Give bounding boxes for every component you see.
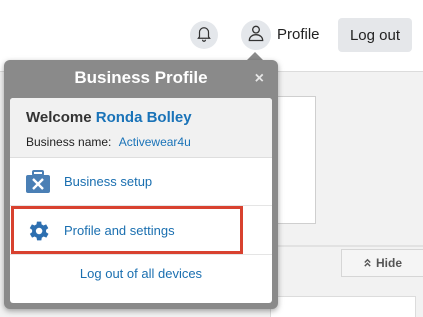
menu-item-business-setup[interactable]: Business setup <box>10 158 272 206</box>
close-icon[interactable]: × <box>255 70 264 88</box>
menu-item-label: Business setup <box>64 174 153 189</box>
hide-button[interactable]: Hide <box>341 249 423 277</box>
welcome-section: Welcome Ronda Bolley Business name: Acti… <box>10 98 272 158</box>
user-icon <box>246 23 266 48</box>
gear-icon <box>24 217 52 245</box>
welcome-prefix: Welcome <box>26 109 92 126</box>
user-avatar-button[interactable] <box>241 20 271 50</box>
briefcase-tools-icon <box>24 168 52 196</box>
business-profile-popover: Business Profile × Welcome Ronda Bolley … <box>4 60 278 309</box>
profile-link[interactable]: Profile <box>277 26 320 43</box>
popover-title: Business Profile <box>74 68 208 87</box>
menu-item-profile-settings[interactable]: Profile and settings <box>10 207 272 255</box>
popover-arrow <box>247 52 263 60</box>
logout-all-devices-link[interactable]: Log out of all devices <box>10 266 272 288</box>
hide-label: Hide <box>375 256 402 270</box>
user-name: Ronda Bolley <box>95 109 192 126</box>
bell-icon <box>195 24 213 47</box>
double-chevron-up-icon <box>363 256 372 270</box>
notifications-button[interactable] <box>190 21 218 49</box>
welcome-heading: Welcome Ronda Bolley <box>26 109 192 126</box>
popover-body: Welcome Ronda Bolley Business name: Acti… <box>10 98 272 303</box>
background-divider <box>270 245 423 247</box>
business-name-value[interactable]: Activewear4u <box>119 135 191 149</box>
business-name-line: Business name: Activewear4u <box>26 135 191 149</box>
business-name-label: Business name: <box>26 135 112 149</box>
logout-button[interactable]: Log out <box>338 18 412 52</box>
menu-item-label: Profile and settings <box>64 223 175 238</box>
background-card <box>270 296 416 317</box>
